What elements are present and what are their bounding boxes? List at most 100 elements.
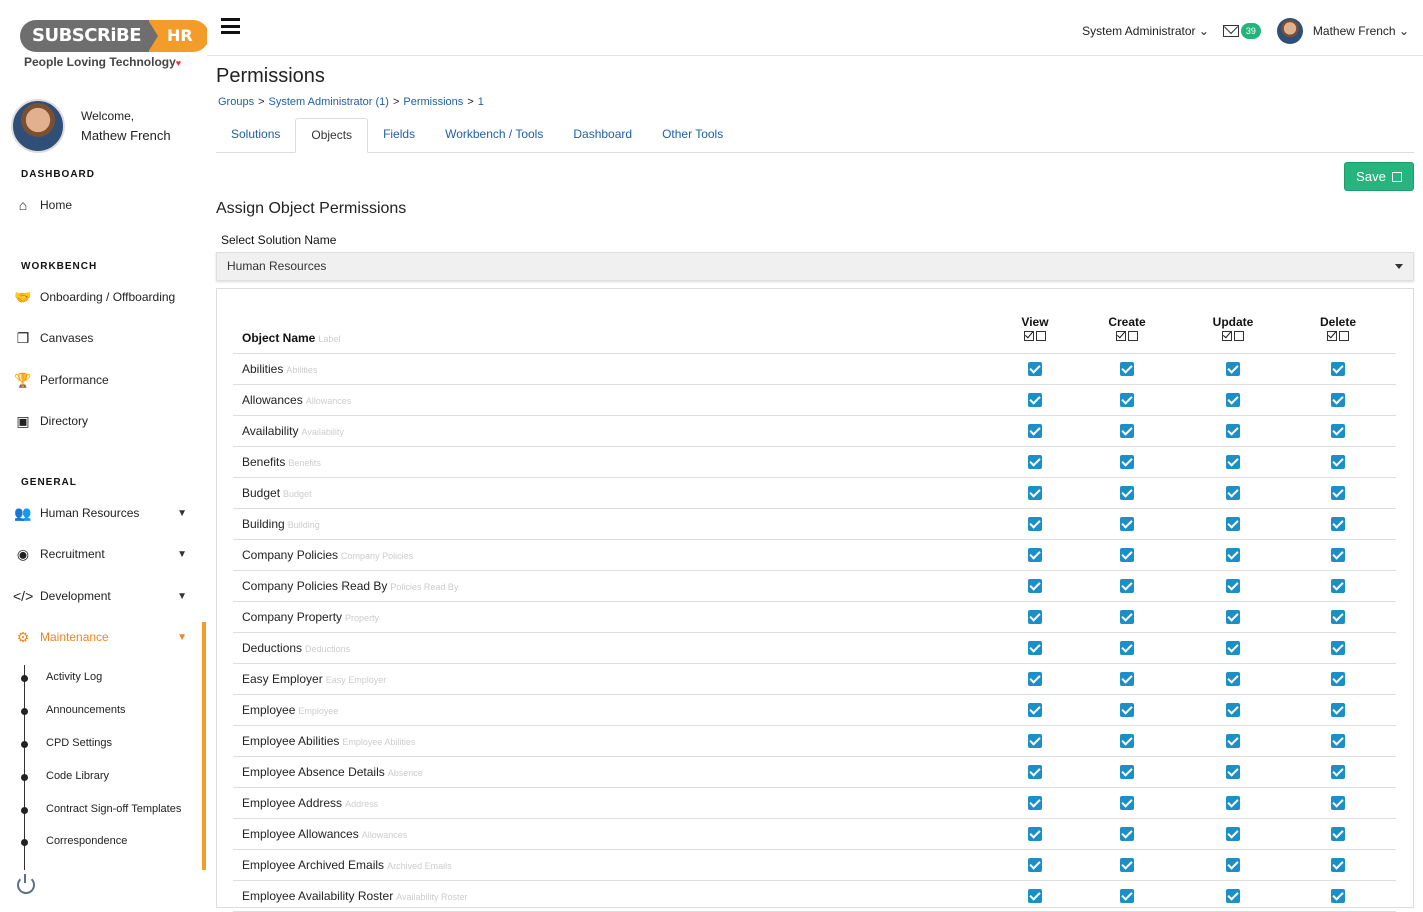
- permission-checkbox-delete[interactable]: [1331, 548, 1345, 562]
- permission-checkbox-delete[interactable]: [1331, 889, 1345, 903]
- sidebar-item-maintenance[interactable]: ⚙ Maintenance ▼: [13, 627, 193, 647]
- sidebar-item-canvases[interactable]: ❐ Canvases: [13, 328, 193, 348]
- brand-logo[interactable]: SUBSCRiBE HR People Loving Technology♥: [20, 20, 207, 69]
- user-dropdown[interactable]: Mathew French ⌄: [1313, 24, 1409, 38]
- permission-checkbox-create[interactable]: [1120, 486, 1134, 500]
- permission-checkbox-create[interactable]: [1120, 827, 1134, 841]
- sidebar-subitem-correspondence[interactable]: Correspondence: [46, 835, 127, 847]
- permission-checkbox-view[interactable]: [1028, 703, 1042, 717]
- permission-checkbox-delete[interactable]: [1331, 641, 1345, 655]
- permission-checkbox-create[interactable]: [1120, 362, 1134, 376]
- permission-checkbox-update[interactable]: [1226, 703, 1240, 717]
- save-button[interactable]: Save: [1344, 162, 1414, 191]
- permission-checkbox-view[interactable]: [1028, 610, 1042, 624]
- sidebar-subitem-contract-templates[interactable]: Contract Sign-off Templates: [46, 803, 181, 815]
- permission-checkbox-delete[interactable]: [1331, 455, 1345, 469]
- permission-checkbox-create[interactable]: [1120, 579, 1134, 593]
- permission-checkbox-view[interactable]: [1028, 858, 1042, 872]
- permission-checkbox-view[interactable]: [1028, 517, 1042, 531]
- permission-checkbox-view[interactable]: [1028, 579, 1042, 593]
- tab-dashboard[interactable]: Dashboard: [558, 118, 647, 153]
- permission-checkbox-update[interactable]: [1226, 796, 1240, 810]
- select-none-checkbox[interactable]: [1036, 331, 1046, 341]
- permission-checkbox-view[interactable]: [1028, 548, 1042, 562]
- avatar[interactable]: [11, 99, 65, 153]
- permission-checkbox-delete[interactable]: [1331, 734, 1345, 748]
- permission-checkbox-create[interactable]: [1120, 796, 1134, 810]
- permission-checkbox-update[interactable]: [1226, 672, 1240, 686]
- permission-checkbox-update[interactable]: [1226, 393, 1240, 407]
- sidebar-item-directory[interactable]: ▣ Directory: [13, 411, 193, 431]
- permission-checkbox-delete[interactable]: [1331, 579, 1345, 593]
- permission-checkbox-update[interactable]: [1226, 362, 1240, 376]
- sidebar-item-performance[interactable]: 🏆 Performance: [13, 370, 193, 390]
- permission-checkbox-delete[interactable]: [1331, 796, 1345, 810]
- sidebar-subitem-announcements[interactable]: Announcements: [46, 704, 126, 716]
- permission-checkbox-create[interactable]: [1120, 672, 1134, 686]
- permission-checkbox-create[interactable]: [1120, 610, 1134, 624]
- permission-checkbox-create[interactable]: [1120, 455, 1134, 469]
- permission-checkbox-delete[interactable]: [1331, 827, 1345, 841]
- select-none-checkbox[interactable]: [1339, 331, 1349, 341]
- permission-checkbox-view[interactable]: [1028, 362, 1042, 376]
- permission-checkbox-delete[interactable]: [1331, 362, 1345, 376]
- breadcrumb-groups[interactable]: Groups: [218, 96, 254, 108]
- permission-checkbox-view[interactable]: [1028, 734, 1042, 748]
- permission-checkbox-view[interactable]: [1028, 672, 1042, 686]
- permission-checkbox-delete[interactable]: [1331, 610, 1345, 624]
- permission-checkbox-update[interactable]: [1226, 858, 1240, 872]
- permission-checkbox-view[interactable]: [1028, 765, 1042, 779]
- power-icon[interactable]: [17, 874, 35, 894]
- sidebar-item-home[interactable]: ⌂ Home: [13, 195, 193, 215]
- permission-checkbox-create[interactable]: [1120, 517, 1134, 531]
- select-all-checkbox[interactable]: [1116, 331, 1126, 341]
- sidebar-item-recruitment[interactable]: ◉ Recruitment ▼: [13, 544, 193, 564]
- permission-checkbox-delete[interactable]: [1331, 703, 1345, 717]
- select-none-checkbox[interactable]: [1128, 331, 1138, 341]
- permission-checkbox-create[interactable]: [1120, 703, 1134, 717]
- permission-checkbox-update[interactable]: [1226, 579, 1240, 593]
- select-all-checkbox[interactable]: [1222, 331, 1232, 341]
- permission-checkbox-view[interactable]: [1028, 393, 1042, 407]
- permission-checkbox-delete[interactable]: [1331, 486, 1345, 500]
- permission-checkbox-update[interactable]: [1226, 765, 1240, 779]
- permission-checkbox-delete[interactable]: [1331, 672, 1345, 686]
- permission-checkbox-update[interactable]: [1226, 548, 1240, 562]
- permission-checkbox-delete[interactable]: [1331, 517, 1345, 531]
- sidebar-item-human-resources[interactable]: 👥 Human Resources ▼: [13, 503, 193, 523]
- avatar[interactable]: [1276, 18, 1303, 44]
- select-all-checkbox[interactable]: [1327, 331, 1337, 341]
- sidebar-subitem-activity-log[interactable]: Activity Log: [46, 671, 102, 683]
- breadcrumb-permissions[interactable]: Permissions: [403, 96, 463, 108]
- permission-checkbox-update[interactable]: [1226, 486, 1240, 500]
- sidebar-subitem-code-library[interactable]: Code Library: [46, 770, 109, 782]
- permission-checkbox-create[interactable]: [1120, 393, 1134, 407]
- permission-checkbox-delete[interactable]: [1331, 393, 1345, 407]
- permission-checkbox-view[interactable]: [1028, 424, 1042, 438]
- permission-checkbox-create[interactable]: [1120, 858, 1134, 872]
- permission-checkbox-create[interactable]: [1120, 548, 1134, 562]
- sidebar-item-onboarding[interactable]: 🤝 Onboarding / Offboarding: [13, 287, 193, 307]
- permission-checkbox-create[interactable]: [1120, 734, 1134, 748]
- tab-objects[interactable]: Objects: [295, 118, 369, 153]
- tab-other-tools[interactable]: Other Tools: [647, 118, 738, 153]
- permission-checkbox-create[interactable]: [1120, 765, 1134, 779]
- permission-checkbox-view[interactable]: [1028, 486, 1042, 500]
- permission-checkbox-update[interactable]: [1226, 734, 1240, 748]
- breadcrumb-group[interactable]: System Administrator (1): [269, 96, 389, 108]
- permission-checkbox-update[interactable]: [1226, 889, 1240, 903]
- permission-checkbox-view[interactable]: [1028, 641, 1042, 655]
- tab-solutions[interactable]: Solutions: [216, 118, 295, 153]
- permission-checkbox-view[interactable]: [1028, 455, 1042, 469]
- solution-select[interactable]: Human Resources: [216, 252, 1414, 281]
- permission-checkbox-update[interactable]: [1226, 610, 1240, 624]
- select-all-checkbox[interactable]: [1024, 331, 1034, 341]
- permission-checkbox-update[interactable]: [1226, 517, 1240, 531]
- permission-checkbox-view[interactable]: [1028, 889, 1042, 903]
- breadcrumb-current[interactable]: 1: [478, 96, 484, 108]
- hamburger-menu-icon[interactable]: [221, 18, 240, 34]
- permission-checkbox-update[interactable]: [1226, 641, 1240, 655]
- mail-icon[interactable]: [1222, 25, 1239, 37]
- role-dropdown[interactable]: System Administrator ⌄: [1082, 24, 1209, 38]
- permission-checkbox-update[interactable]: [1226, 424, 1240, 438]
